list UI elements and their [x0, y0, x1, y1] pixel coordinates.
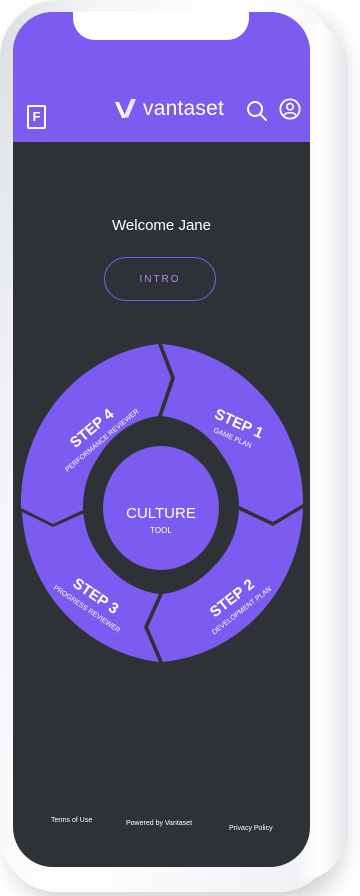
culture-tool-wheel: CULTURE TOOL STEP 1 GAME PLAN STEP 2 DEV… [20, 344, 304, 662]
user-icon[interactable] [279, 98, 301, 120]
privacy-link[interactable]: Privacy Policy [229, 825, 273, 832]
brand-name: vantaset [143, 97, 224, 120]
menu-button[interactable]: F [27, 105, 46, 129]
center-subtitle: TOOL [150, 526, 172, 535]
powered-by-text: Powered by Vantaset [126, 820, 193, 827]
app-screen: F vantaset Welcome Jane INTRO CULTURE TO… [13, 12, 310, 867]
welcome-text: Welcome Jane [112, 217, 211, 234]
brand-logo[interactable]: vantaset [113, 94, 253, 124]
app-footer: Terms of Use Powered by Vantaset Privacy… [13, 817, 310, 847]
phone-notch [73, 12, 249, 40]
search-icon[interactable] [246, 100, 268, 122]
terms-link[interactable]: Terms of Use [51, 817, 92, 824]
intro-button[interactable]: INTRO [104, 257, 216, 301]
center-title: CULTURE [126, 505, 196, 522]
vantaset-logo-icon [115, 99, 136, 118]
